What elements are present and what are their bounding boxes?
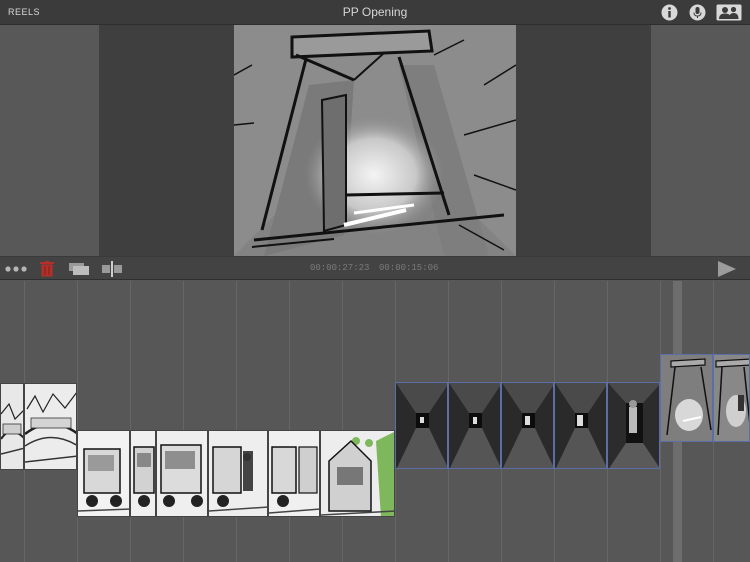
grid-line	[77, 281, 78, 562]
clip-corridor-1[interactable]	[395, 382, 448, 469]
grid-line	[289, 281, 290, 562]
clip-vehicle-4[interactable]	[208, 430, 268, 517]
play-icon[interactable]	[718, 261, 736, 277]
clip-vehicle-2[interactable]	[130, 430, 156, 517]
preview-right-panel	[516, 25, 651, 256]
timecode-position: 00:00:27:23	[310, 263, 370, 273]
grid-line	[130, 281, 131, 562]
people-icon[interactable]	[716, 4, 742, 21]
grid-line	[236, 281, 237, 562]
clip-vehicle-3[interactable]	[156, 430, 208, 517]
preview-left-panel	[99, 25, 234, 256]
preview-area	[0, 25, 750, 256]
clip-corridor-5[interactable]	[607, 382, 660, 469]
clip-corridor-2[interactable]	[448, 382, 501, 469]
duplicate-icon[interactable]	[69, 263, 89, 275]
trash-icon[interactable]	[40, 261, 54, 277]
grid-line	[183, 281, 184, 562]
clip-rooftops-1[interactable]	[0, 383, 24, 470]
transport-bar: 00:00:27:23 00:00:15:06	[0, 256, 750, 280]
reel-title: PP Opening	[342, 5, 408, 19]
split-icon[interactable]	[102, 261, 122, 277]
clip-vehicle-1[interactable]	[77, 430, 130, 517]
microphone-icon[interactable]	[689, 4, 706, 21]
clip-doorway-1[interactable]	[660, 354, 713, 442]
grid-line	[342, 281, 343, 562]
timecode-duration: 00:00:15:06	[379, 263, 439, 273]
clip-vehicle-6[interactable]	[320, 430, 395, 517]
top-bar: REELS PP Opening	[0, 0, 750, 25]
clip-vehicle-5[interactable]	[268, 430, 320, 517]
current-frame-image[interactable]	[234, 25, 516, 256]
storyboard-app: REELS PP Opening 00:00:27:23 00:00:15:06	[0, 0, 750, 562]
info-icon[interactable]	[661, 4, 678, 21]
clip-corridor-3[interactable]	[501, 382, 554, 469]
timeline[interactable]	[0, 281, 750, 562]
clip-corridor-4[interactable]	[554, 382, 607, 469]
clip-doorway-2[interactable]	[713, 354, 750, 442]
clip-rooftops-2[interactable]	[24, 383, 77, 470]
more-icon[interactable]	[5, 266, 27, 272]
